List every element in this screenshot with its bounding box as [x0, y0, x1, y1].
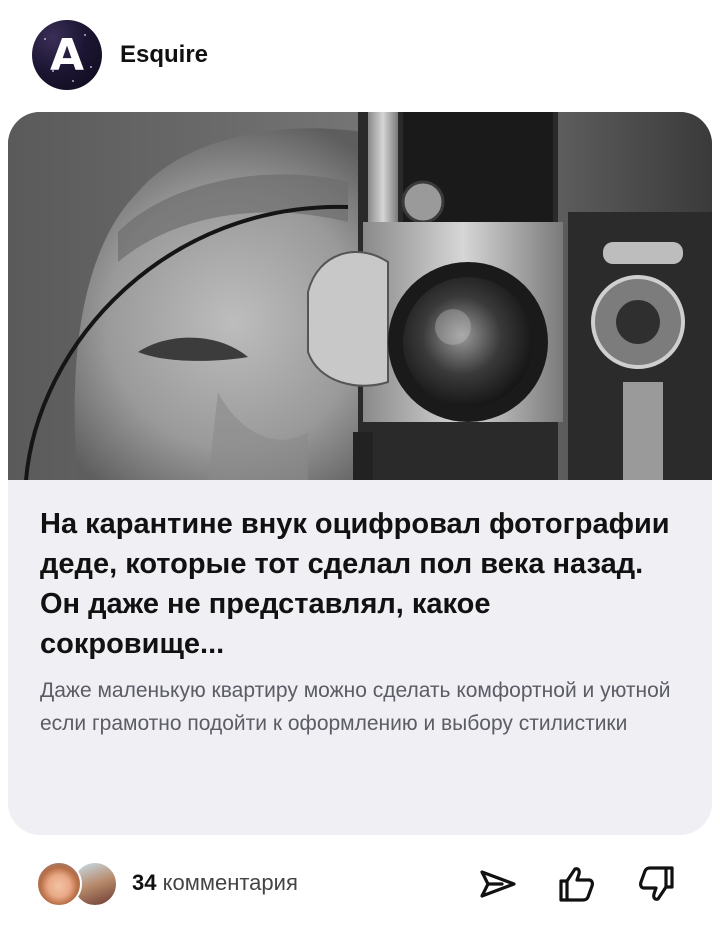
photo-camera-strap: [353, 432, 373, 480]
thumbs-down-icon: [639, 866, 674, 901]
source-logo-letter: A: [49, 29, 85, 81]
share-button[interactable]: [474, 860, 522, 908]
photo-camera-rail: [368, 112, 398, 222]
photo-accessory-leg: [623, 382, 663, 480]
like-button[interactable]: [553, 860, 601, 908]
dislike-button[interactable]: [632, 860, 680, 908]
photo-lens: [403, 277, 533, 407]
article-title[interactable]: На карантине внук оцифровал фотографии д…: [40, 504, 680, 664]
article-subtitle: Даже маленькую квартиру можно сделать ко…: [40, 679, 671, 735]
photo-accessory-core: [616, 300, 660, 344]
article-text[interactable]: На карантине внук оцифровал фотографии д…: [40, 504, 680, 740]
card-footer: 34 комментария: [0, 856, 720, 912]
photo-lens-glint: [435, 309, 471, 345]
source-avatar[interactable]: A: [32, 20, 102, 90]
paper-plane-icon: [480, 870, 516, 898]
article-photo[interactable]: [8, 112, 712, 480]
commenter-avatars[interactable]: [36, 860, 120, 908]
comments-link[interactable]: 34 комментария: [132, 870, 298, 896]
thumbs-up-icon: [559, 867, 594, 902]
photo-accessory-bar: [603, 242, 683, 264]
source-header[interactable]: A Esquire: [32, 20, 208, 90]
comment-count: 34: [132, 870, 157, 895]
article-photo-art: [8, 112, 712, 480]
commenter-avatar: [36, 861, 82, 907]
article-card[interactable]: На карантине внук оцифровал фотографии д…: [8, 112, 712, 835]
source-name[interactable]: Esquire: [120, 41, 208, 69]
photo-camera-dial: [401, 180, 445, 224]
photo-camera-grip: [307, 251, 389, 387]
comment-label: комментария: [162, 870, 298, 895]
